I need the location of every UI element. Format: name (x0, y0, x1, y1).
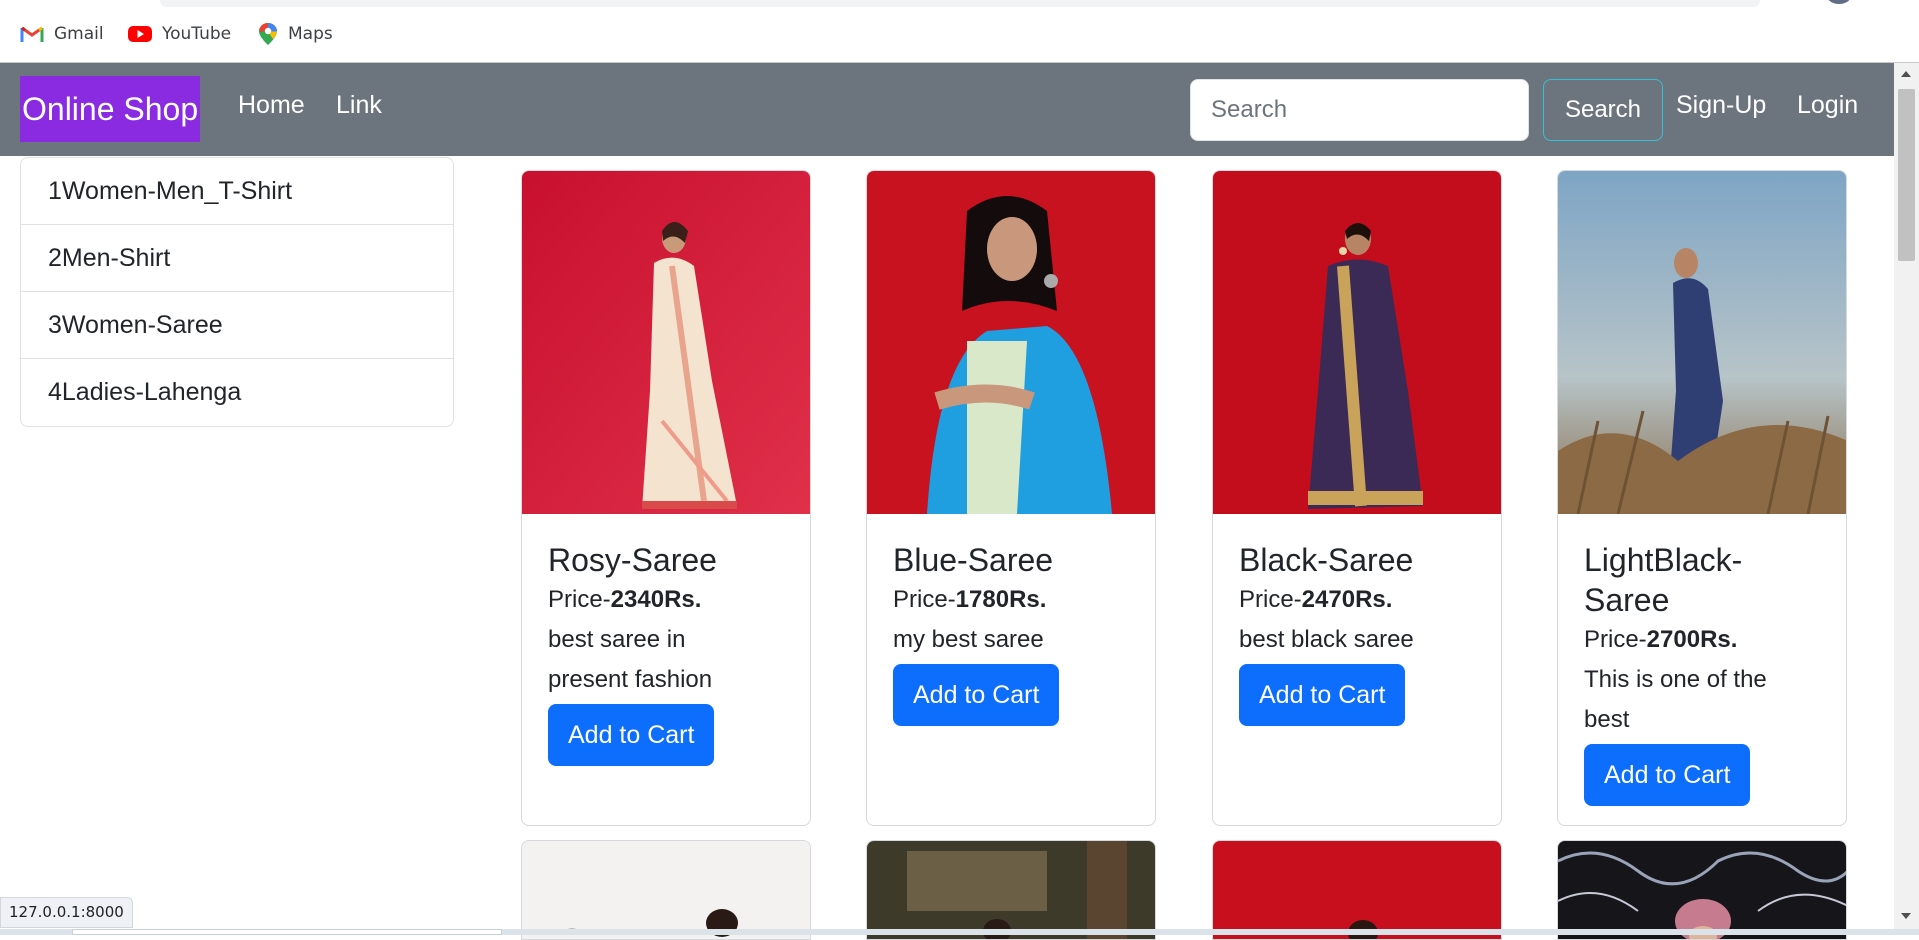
bookmark-label: Gmail (54, 24, 104, 44)
add-to-cart-button[interactable]: Add to Cart (548, 704, 715, 766)
category-item[interactable]: 3Women-Saree (21, 292, 453, 359)
product-card: Rosy-Saree Price-2340Rs. best saree in p… (521, 170, 811, 826)
product-card-partial (866, 840, 1156, 940)
product-description: best saree in present fashion (548, 626, 713, 693)
price-prefix: Price- (1584, 626, 1647, 653)
bookmark-maps[interactable]: Maps (258, 22, 333, 46)
product-image[interactable] (867, 171, 1155, 514)
signup-link[interactable]: Sign-Up (1676, 91, 1766, 120)
product-image[interactable] (522, 171, 810, 514)
maps-icon (259, 23, 277, 45)
product-description: This is one of the best (1584, 666, 1767, 733)
product-card: Black-Saree Price-2470Rs. best black sar… (1212, 170, 1502, 826)
brand-link[interactable]: Online Shop (20, 76, 201, 142)
status-url: 127.0.0.1:8000 (0, 897, 133, 928)
product-price: 2700Rs. (1646, 626, 1738, 653)
product-name: Rosy-Saree (548, 542, 717, 578)
bookmark-label: Maps (288, 24, 333, 44)
scroll-thumb[interactable] (1898, 89, 1915, 261)
category-item[interactable]: 4Ladies-Lahenga (21, 359, 453, 426)
product-description: best black saree (1239, 626, 1414, 653)
product-image[interactable] (1213, 171, 1501, 514)
card-body: Rosy-Saree Price-2340Rs. best saree in p… (522, 514, 810, 766)
product-price-line: Price-1780Rs. (893, 580, 1129, 620)
bookmark-gmail[interactable]: Gmail (20, 22, 104, 46)
navbar: Online Shop Home Link Search Sign-Up Log… (0, 63, 1894, 156)
product-name: Black-Saree (1239, 542, 1414, 578)
product-card-partial (1557, 840, 1847, 940)
price-prefix: Price- (893, 586, 956, 613)
category-item[interactable]: 2Men-Shirt (21, 225, 453, 292)
product-description: my best saree (893, 626, 1044, 653)
youtube-icon (128, 26, 152, 42)
product-image[interactable] (522, 841, 811, 940)
product-price: 2340Rs. (610, 586, 702, 613)
product-price: 2470Rs. (1301, 586, 1393, 613)
profile-avatar[interactable] (1826, 0, 1852, 4)
product-card: Blue-Saree Price-1780Rs. my best saree A… (866, 170, 1156, 826)
card-body: LightBlack-Saree Price-2700Rs. This is o… (1558, 514, 1846, 806)
product-name: LightBlack-Saree (1584, 542, 1743, 618)
add-to-cart-button[interactable]: Add to Cart (1239, 664, 1406, 726)
login-link[interactable]: Login (1797, 91, 1858, 120)
price-prefix: Price- (1239, 586, 1302, 613)
address-bar-edge[interactable] (160, 0, 1760, 7)
product-card-partial (521, 840, 811, 940)
product-name: Blue-Saree (893, 542, 1054, 578)
add-to-cart-button[interactable]: Add to Cart (1584, 744, 1751, 806)
product-card-partial (1212, 840, 1502, 940)
product-price-line: Price-2470Rs. (1239, 580, 1475, 620)
product-image[interactable] (1558, 841, 1847, 940)
card-body: Black-Saree Price-2470Rs. best black sar… (1213, 514, 1501, 726)
product-image[interactable] (1213, 841, 1502, 940)
page-scrollbar[interactable] (1894, 63, 1919, 930)
category-list: 1Women-Men_T-Shirt 2Men-Shirt 3Women-Sar… (20, 157, 454, 427)
product-image[interactable] (1558, 171, 1846, 514)
bookmark-label: YouTube (162, 24, 232, 44)
scroll-up-arrow-icon[interactable] (1901, 71, 1911, 77)
search-button[interactable]: Search (1543, 79, 1663, 141)
product-image[interactable] (867, 841, 1156, 940)
horizontal-scroll-thumb[interactable] (72, 929, 502, 935)
price-prefix: Price- (548, 586, 611, 613)
card-body: Blue-Saree Price-1780Rs. my best saree A… (867, 514, 1155, 726)
scroll-down-arrow-icon[interactable] (1901, 913, 1911, 919)
search-input[interactable] (1190, 79, 1529, 141)
product-price-line: Price-2340Rs. (548, 580, 784, 620)
gmail-icon (20, 26, 44, 42)
bookmark-youtube[interactable]: YouTube (128, 22, 231, 46)
nav-home[interactable]: Home (238, 91, 305, 120)
add-to-cart-button[interactable]: Add to Cart (893, 664, 1060, 726)
bookmarks-bar: Gmail YouTube Maps (0, 0, 1919, 63)
category-item[interactable]: 1Women-Men_T-Shirt (21, 158, 453, 225)
product-card: LightBlack-Saree Price-2700Rs. This is o… (1557, 170, 1847, 826)
nav-link[interactable]: Link (336, 91, 382, 120)
product-price-line: Price-2700Rs. (1584, 620, 1820, 660)
product-price: 1780Rs. (955, 586, 1047, 613)
